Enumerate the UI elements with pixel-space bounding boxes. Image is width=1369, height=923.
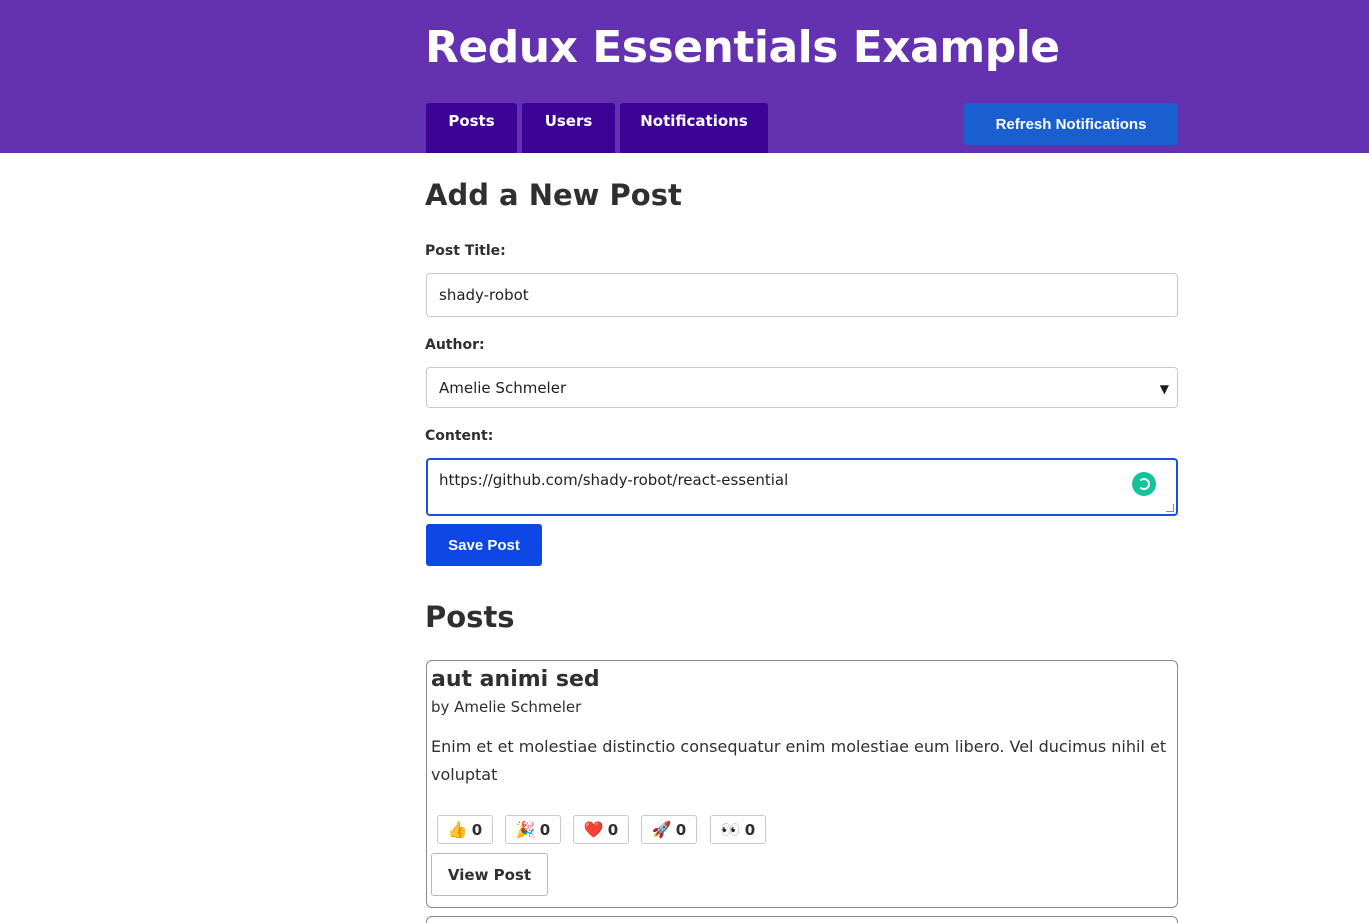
content-value: https://github.com/shady-robot/react-ess… — [439, 471, 789, 489]
content-textarea[interactable]: https://github.com/shady-robot/react-ess… — [426, 458, 1178, 516]
app-title: Redux Essentials Example — [425, 22, 1060, 73]
posts-heading: Posts — [425, 600, 515, 634]
reaction-count: 0 — [539, 820, 551, 839]
app-header: Redux Essentials Example Posts Users Not… — [0, 0, 1369, 153]
party-popper-icon: 🎉 — [515, 820, 536, 839]
dropdown-arrow-icon: ▼ — [1159, 382, 1169, 396]
eyes-icon: 👀 — [720, 820, 741, 839]
post-title-input[interactable]: shady-robot — [426, 273, 1178, 317]
reaction-heart-button[interactable]: ❤️ 0 — [573, 815, 629, 844]
reaction-count: 0 — [744, 820, 756, 839]
nav-link-users[interactable]: Users — [522, 103, 615, 153]
refresh-notifications-button[interactable]: Refresh Notifications — [964, 103, 1178, 145]
save-post-button[interactable]: Save Post — [426, 524, 542, 566]
reaction-hooray-button[interactable]: 🎉 0 — [505, 815, 561, 844]
thumbs-up-icon: 👍 — [447, 820, 468, 839]
reaction-count: 0 — [675, 820, 687, 839]
post-excerpt-card — [426, 916, 1178, 923]
author-label: Author: — [425, 337, 485, 353]
reaction-eyes-button[interactable]: 👀 0 — [710, 815, 766, 844]
nav-link-posts[interactable]: Posts — [426, 103, 517, 153]
content-label: Content: — [425, 428, 494, 444]
post-title: aut animi sed — [431, 667, 600, 692]
heart-icon: ❤️ — [583, 820, 604, 839]
grammarly-icon[interactable] — [1132, 472, 1156, 496]
post-excerpt-card: aut animi sed by Amelie Schmeler Enim et… — [426, 660, 1178, 908]
resize-handle-icon[interactable] — [1166, 504, 1174, 512]
reaction-count: 0 — [607, 820, 619, 839]
post-author: by Amelie Schmeler — [431, 698, 582, 716]
reaction-count: 0 — [471, 820, 483, 839]
reaction-thumbs-up-button[interactable]: 👍 0 — [437, 815, 493, 844]
nav-link-notifications[interactable]: Notifications — [620, 103, 768, 153]
post-title-value: shady-robot — [439, 286, 529, 304]
add-post-heading: Add a New Post — [425, 178, 682, 212]
author-selected-value: Amelie Schmeler — [439, 378, 567, 397]
view-post-button[interactable]: View Post — [431, 853, 548, 896]
reaction-rocket-button[interactable]: 🚀 0 — [641, 815, 697, 844]
post-title-label: Post Title: — [425, 243, 506, 259]
rocket-icon: 🚀 — [651, 820, 672, 839]
author-select[interactable]: Amelie Schmeler ▼ — [426, 367, 1178, 408]
post-excerpt: Enim et et molestiae distinctio consequa… — [431, 737, 1167, 784]
